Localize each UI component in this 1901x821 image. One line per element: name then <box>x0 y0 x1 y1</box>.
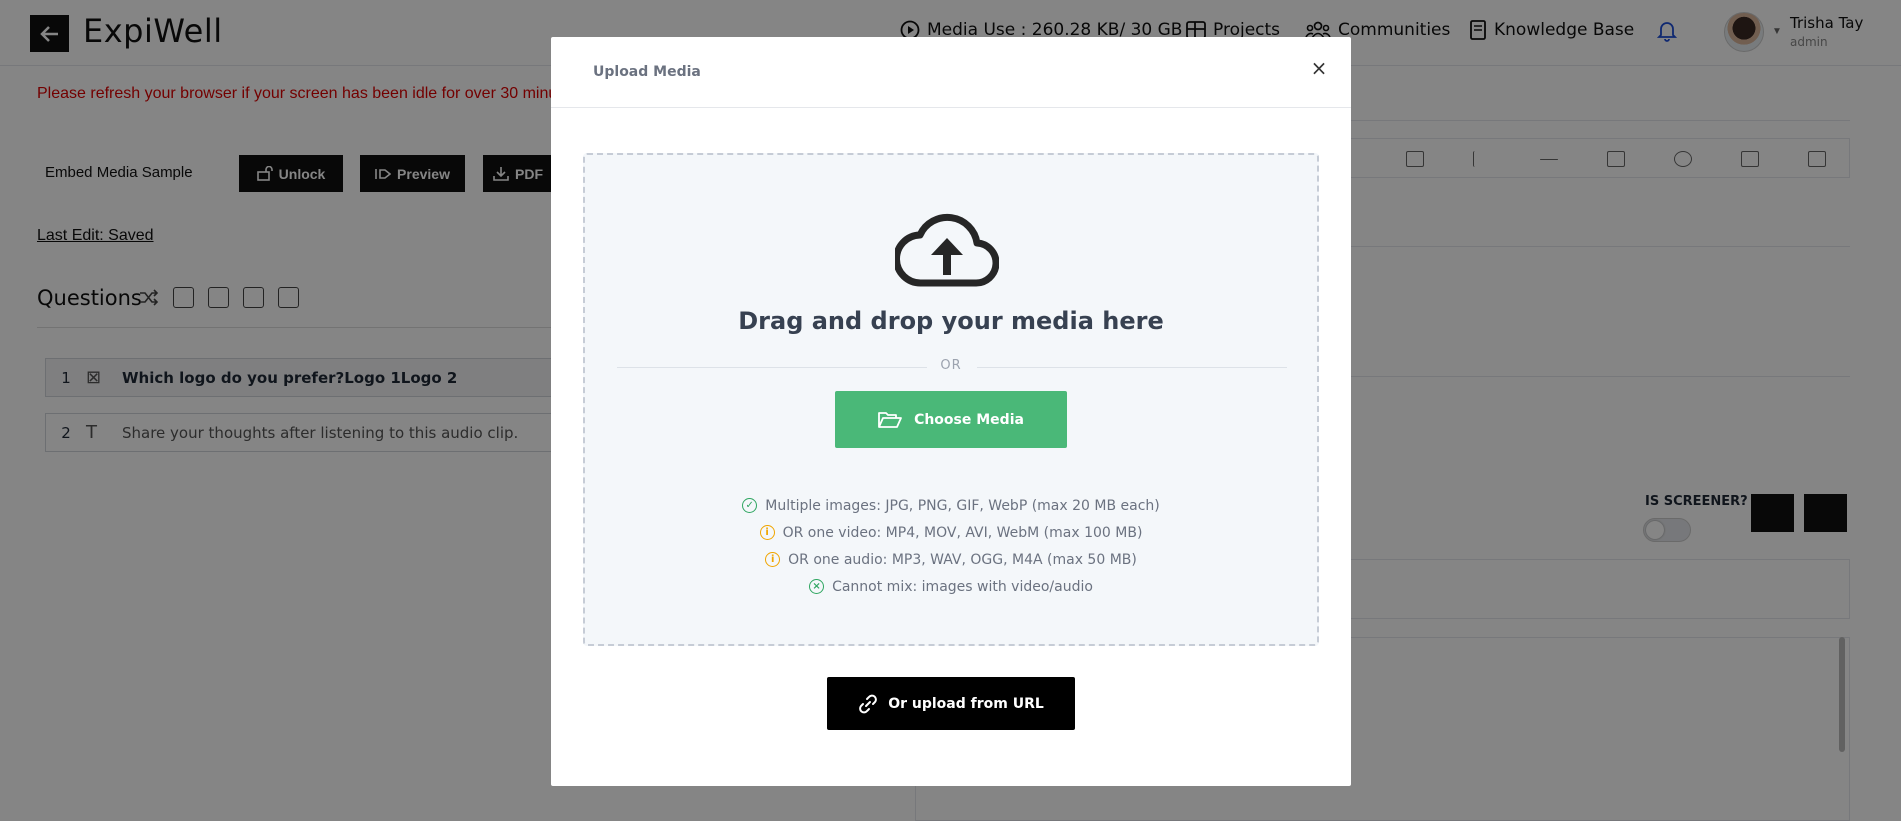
rule-audio: i OR one audio: MP3, WAV, OGG, M4A (max … <box>585 546 1317 573</box>
rule-text: OR one audio: MP3, WAV, OGG, M4A (max 50… <box>788 551 1137 568</box>
cloud-upload-icon <box>895 213 999 287</box>
rule-text: Cannot mix: images with video/audio <box>832 578 1093 595</box>
modal-header: Upload Media × <box>551 37 1351 108</box>
rule-images: ✓ Multiple images: JPG, PNG, GIF, WebP (… <box>585 492 1317 519</box>
choose-media-label: Choose Media <box>914 411 1024 428</box>
upload-rules: ✓ Multiple images: JPG, PNG, GIF, WebP (… <box>585 492 1317 600</box>
x-circle-icon: × <box>809 579 825 594</box>
modal-title: Upload Media <box>593 64 701 80</box>
folder-open-icon <box>878 411 902 428</box>
media-dropzone[interactable]: Drag and drop your media here OR Choose … <box>583 153 1319 646</box>
rule-text: OR one video: MP4, MOV, AVI, WebM (max 1… <box>782 524 1143 541</box>
link-icon <box>859 694 878 713</box>
rule-video: i OR one video: MP4, MOV, AVI, WebM (max… <box>585 519 1317 546</box>
info-circle-icon: i <box>765 552 781 567</box>
check-circle-icon: ✓ <box>742 498 758 513</box>
info-circle-icon: i <box>759 525 775 540</box>
dropzone-title: Drag and drop your media here <box>738 307 1164 335</box>
upload-from-url-button[interactable]: Or upload from URL <box>827 677 1075 730</box>
choose-media-button[interactable]: Choose Media <box>835 391 1067 448</box>
upload-from-url-label: Or upload from URL <box>888 695 1044 712</box>
close-icon[interactable]: × <box>1305 54 1333 82</box>
or-separator: OR <box>940 358 962 373</box>
rule-no-mix: × Cannot mix: images with video/audio <box>585 573 1317 600</box>
rule-text: Multiple images: JPG, PNG, GIF, WebP (ma… <box>765 497 1160 514</box>
upload-media-modal: Upload Media × Drag and drop your media … <box>551 37 1351 786</box>
